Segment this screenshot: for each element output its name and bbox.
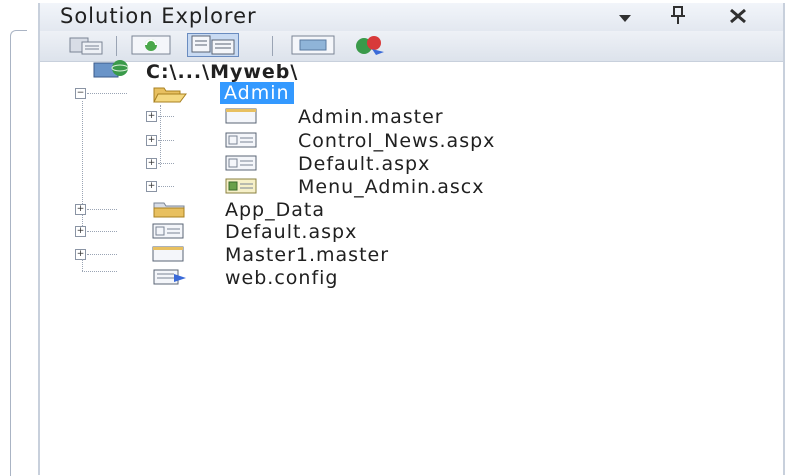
aspx-page-icon bbox=[152, 222, 184, 245]
tree-item-app-data[interactable]: App_Data bbox=[40, 199, 740, 221]
tree-item-control-news[interactable]: Control_News.aspx bbox=[40, 130, 740, 152]
panel-toolbar bbox=[40, 31, 783, 62]
config-file-icon bbox=[152, 268, 188, 291]
tree-item-label: Master1.master bbox=[225, 244, 390, 266]
close-icon[interactable] bbox=[728, 5, 748, 32]
left-dock-strip bbox=[0, 0, 30, 476]
view-designer-icon[interactable] bbox=[290, 34, 336, 56]
panel-titlebar: Solution Explorer bbox=[40, 3, 783, 31]
chevron-down-icon[interactable] bbox=[618, 3, 632, 32]
tree-item-admin-master[interactable]: Admin.master bbox=[40, 106, 740, 128]
tree-item-label: Default.aspx bbox=[298, 153, 431, 175]
refresh-icon[interactable] bbox=[130, 34, 172, 56]
master-page-icon bbox=[225, 107, 257, 130]
tree-item-label: App_Data bbox=[225, 199, 325, 221]
master-page-icon bbox=[152, 245, 184, 268]
aspx-page-icon bbox=[225, 154, 257, 177]
tree-item-label: Control_News.aspx bbox=[298, 130, 496, 152]
tree-item-label: Admin.master bbox=[298, 106, 444, 128]
tree-item-label: Default.aspx bbox=[225, 221, 358, 243]
website-icon bbox=[92, 59, 130, 84]
tree-item-default[interactable]: Default.aspx bbox=[40, 221, 740, 243]
tree-item-admin-default[interactable]: Default.aspx bbox=[40, 153, 740, 175]
tree-item-label: Admin bbox=[220, 82, 294, 104]
pin-icon[interactable] bbox=[670, 5, 686, 32]
tree-root-label: C:\...\Myweb\ bbox=[146, 61, 299, 83]
user-control-icon bbox=[225, 177, 257, 200]
tree-root[interactable]: C:\...\Myweb\ bbox=[40, 60, 740, 83]
properties-icon[interactable] bbox=[68, 34, 104, 56]
panel-title: Solution Explorer bbox=[60, 4, 257, 28]
left-dock-border bbox=[10, 30, 27, 476]
tree-item-menu-admin[interactable]: Menu_Admin.ascx bbox=[40, 176, 740, 198]
show-all-files-icon[interactable] bbox=[187, 33, 239, 57]
solution-explorer-panel: Solution Explorer C:\...\Myweb\ − Admin … bbox=[38, 3, 785, 475]
aspnet-configuration-icon[interactable] bbox=[350, 34, 390, 56]
tree-item-web-config[interactable]: web.config bbox=[40, 267, 740, 289]
tree-item-master1[interactable]: Master1.master bbox=[40, 244, 740, 266]
tree-item-label: web.config bbox=[225, 267, 339, 289]
aspx-page-icon bbox=[225, 131, 257, 154]
tree-item-admin[interactable]: Admin bbox=[40, 82, 740, 104]
tree-item-label: Menu_Admin.ascx bbox=[298, 176, 485, 198]
